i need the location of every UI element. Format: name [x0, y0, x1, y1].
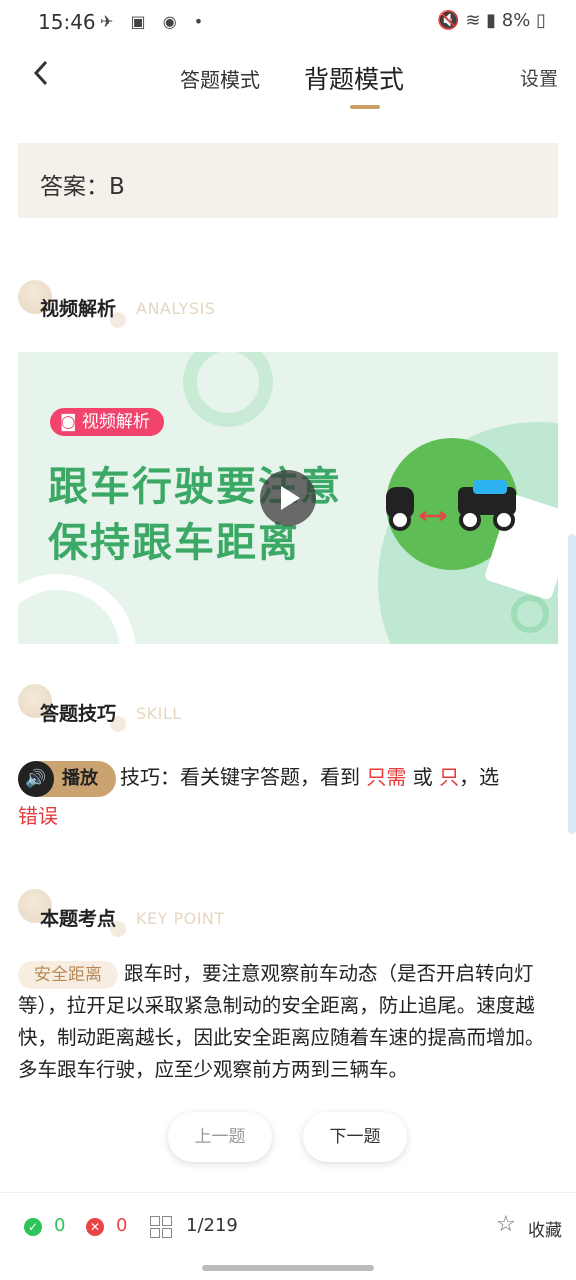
- side-handle[interactable]: [568, 534, 576, 834]
- star-icon[interactable]: ☆: [496, 1212, 516, 1237]
- grid-icon[interactable]: [150, 1216, 172, 1238]
- answer-text: 答案：B: [40, 174, 125, 200]
- answer-box: 答案：B: [18, 143, 558, 218]
- tv-icon: ◙: [60, 412, 77, 432]
- section-title-skill: 答题技巧: [40, 703, 117, 725]
- mute-icon: 🔇: [437, 10, 460, 31]
- back-button[interactable]: [30, 58, 60, 94]
- wifi-icon: ≋: [465, 10, 481, 31]
- status-right: 🔇 ≋ ▮ 8% ▯: [437, 10, 546, 31]
- video-badge: ◙ 视频解析: [50, 408, 164, 436]
- play-audio-label: 播放: [62, 767, 98, 789]
- next-question-button[interactable]: 下一题: [303, 1112, 407, 1162]
- notification-icons: ✈ ▣ ◉ •: [100, 12, 210, 31]
- question-pager[interactable]: 1/219: [186, 1215, 238, 1236]
- play-audio-button[interactable]: 🔊 播放: [18, 760, 116, 797]
- section-en-keypoint: KEY POINT: [136, 909, 225, 928]
- skill-highlight-3: 错误: [18, 803, 58, 828]
- wrong-count: 0: [116, 1215, 128, 1236]
- tab-answer-mode[interactable]: 答题模式: [180, 64, 260, 93]
- video-badge-label: 视频解析: [81, 412, 150, 432]
- favorite-button[interactable]: 收藏: [528, 1216, 562, 1241]
- section-title-analysis: 视频解析: [40, 298, 117, 320]
- section-title-keypoint: 本题考点: [40, 908, 117, 930]
- skill-suffix: ，选: [459, 765, 500, 789]
- skill-highlight-1: 只需: [366, 765, 407, 789]
- skill-prefix: 技巧：看关键字答题，看到: [120, 765, 360, 789]
- prev-question-button[interactable]: 上一题: [168, 1112, 272, 1162]
- section-en-analysis: ANALYSIS: [136, 299, 216, 318]
- skill-text: 🔊 播放 技巧：看关键字答题，看到 只需 或 只，选错误: [18, 758, 563, 835]
- check-icon: ✓: [24, 1218, 42, 1236]
- keypoint-text: 安全距离 跟车时，要注意观察前车动态（是否开启转向灯等），拉开足以采取紧急制动的安…: [18, 958, 558, 1086]
- section-en-skill: SKILL: [136, 704, 182, 723]
- correct-count: 0: [54, 1215, 66, 1236]
- active-tab-indicator: [350, 105, 380, 109]
- speaker-icon: 🔊: [18, 760, 54, 797]
- signal-icon: ▮: [486, 10, 497, 31]
- skill-highlight-2: 只: [439, 765, 460, 789]
- video-title-line2: 保持跟车距离: [48, 520, 300, 566]
- status-time: 15:46: [38, 10, 96, 34]
- settings-button[interactable]: 设置: [520, 64, 558, 91]
- keypoint-tag: 安全距离: [18, 961, 118, 989]
- home-indicator[interactable]: [202, 1265, 374, 1271]
- video-player[interactable]: ◙ 视频解析 跟车行驶要注意 保持跟车距离: [18, 352, 558, 644]
- battery-icon: ▯: [536, 10, 546, 31]
- chevron-left-icon: [33, 60, 48, 86]
- tab-memorize-mode[interactable]: 背题模式: [304, 60, 404, 96]
- play-icon[interactable]: [260, 470, 316, 526]
- cross-icon: ✕: [86, 1218, 104, 1236]
- battery-text: 8%: [501, 10, 531, 31]
- skill-mid: 或: [412, 765, 433, 789]
